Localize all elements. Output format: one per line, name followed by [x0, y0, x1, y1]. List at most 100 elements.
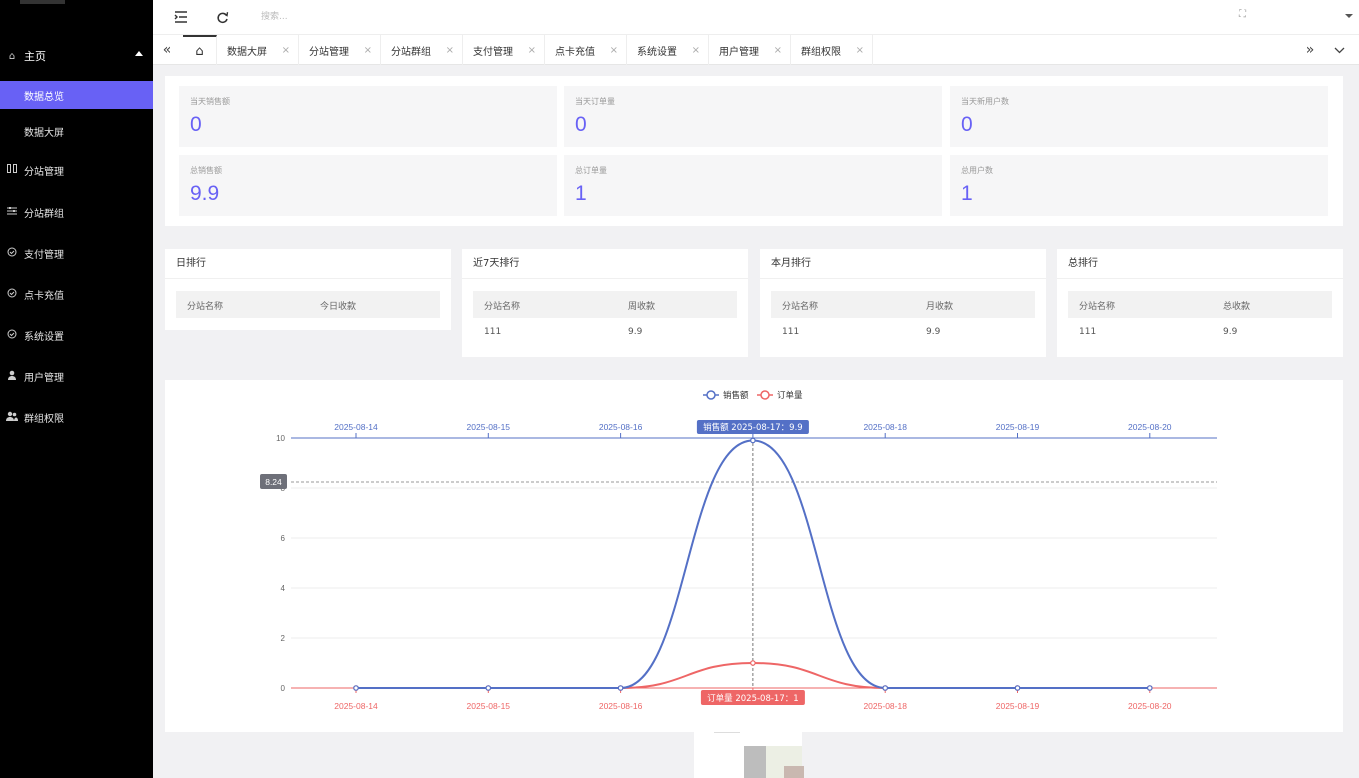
data-point [485, 685, 492, 691]
user-icon [5, 370, 19, 383]
tab-4[interactable]: 点卡充值 × [545, 35, 627, 65]
data-point [353, 685, 359, 691]
ranking-table-header: 分站名称 总收款 [1068, 291, 1332, 318]
axis-pointer-text-top: 销售额 2025-08-17：9.9 [703, 422, 803, 433]
stats-panel: 当天销售额 0 当天订单量 0 当天新用户数 0 总销售额 9.9 总订单量 1 总用户数 1 [165, 76, 1343, 226]
tab-3[interactable]: 支付管理 × [463, 35, 545, 65]
sidebar-item-label: 主页 [24, 50, 46, 63]
data-point [1146, 685, 1153, 691]
tab-label: 点卡充值 [555, 46, 595, 58]
sidebar-item-3[interactable]: 分站群组 [0, 198, 153, 226]
stat-card: 总订单量 1 [564, 155, 942, 216]
tab-7[interactable]: 群组权限 × [791, 35, 873, 65]
sidebar-item-7[interactable]: 用户管理 [0, 362, 153, 390]
stat-value: 1 [961, 182, 973, 205]
tab-close-icon[interactable]: × [282, 45, 290, 56]
tab-close-icon[interactable]: × [446, 45, 454, 56]
tab-close-icon[interactable]: × [856, 45, 864, 56]
fullscreen-icon[interactable]: ⛶ [1239, 9, 1246, 20]
ranking-card: 本月排行 分站名称 月收款 111 9.9 [760, 249, 1046, 357]
tab-label: 群组权限 [801, 46, 841, 58]
sidebar-item-6[interactable]: 系统设置 [0, 321, 153, 349]
sidebar-item-2[interactable]: 分站管理 [0, 156, 153, 184]
sidebar-item-5[interactable]: 点卡充值 [0, 280, 153, 308]
crosshair-y-value: 8.24 [265, 477, 282, 487]
bottom-x-tick-label: 2025-08-16 [599, 701, 643, 711]
legend-marker [760, 390, 770, 400]
tabs-scroll-left-icon[interactable]: « [153, 35, 181, 65]
tab-0[interactable]: 数据大屏 × [217, 35, 299, 65]
sidebar-item-home[interactable]: ⌂ 主页 [0, 44, 153, 68]
sidebar-item-label: 分站管理 [24, 166, 64, 178]
menu-toggle-icon[interactable] [172, 8, 190, 26]
tab-close-icon[interactable]: × [364, 45, 372, 56]
home-icon: ⌂ [8, 50, 16, 62]
stat-card: 当天新用户数 0 [950, 86, 1328, 147]
sidebar-item-8[interactable]: 群组权限 [0, 403, 153, 431]
legend-marker [706, 390, 716, 400]
top-x-tick-label: 2025-08-14 [334, 422, 378, 432]
sidebar-item-0[interactable]: 数据总览 [0, 81, 153, 109]
tab-6[interactable]: 用户管理 × [709, 35, 791, 65]
stat-value: 0 [190, 113, 202, 136]
ranking-card: 近7天排行分站名称 周收款 111 9.9 [462, 249, 748, 357]
tab-close-icon[interactable]: × [692, 45, 700, 56]
bottom-x-tick-label: 2025-08-18 [863, 701, 907, 711]
sidebar-item-4[interactable]: 支付管理 [0, 239, 153, 267]
stat-label: 总订单量 [575, 166, 607, 175]
tab-1[interactable]: 分站管理 × [299, 35, 381, 65]
column-header-name: 分站名称 [187, 302, 224, 312]
shield-icon [5, 329, 19, 342]
top-x-tick-label: 2025-08-20 [1128, 422, 1172, 432]
axis-pointer-text-bottom: 订单量 2025-08-17：1 [707, 693, 799, 704]
column-header-amount: 今日收款 [320, 302, 357, 312]
ranking-title: 近7天排行 [462, 249, 748, 279]
sidebar-item-1[interactable]: 数据大屏 [0, 117, 153, 145]
shield-icon [5, 288, 19, 301]
tab-close-icon[interactable]: × [610, 45, 618, 56]
top-x-tick-label: 2025-08-15 [467, 422, 511, 432]
tab-2[interactable]: 分站群组 × [381, 35, 463, 65]
tab-home-icon[interactable]: ⌂ [183, 35, 217, 65]
tab-label: 系统设置 [637, 46, 677, 58]
search-input[interactable] [261, 9, 481, 25]
sidebar: ⌂ 主页 数据总览数据大屏分站管理分站群组支付管理点卡充值系统设置用户管理群组权… [0, 0, 153, 778]
data-point [750, 437, 756, 444]
sidebar-item-label: 系统设置 [24, 331, 64, 343]
user-menu-caret-icon[interactable] [1345, 14, 1353, 18]
stat-value: 0 [961, 113, 973, 136]
column-header-amount: 周收款 [628, 302, 656, 312]
stat-value: 9.9 [190, 182, 220, 205]
tabs-scroll-right-icon[interactable]: » [1296, 35, 1324, 65]
shield-icon [5, 247, 19, 260]
y-tick-label: 2 [281, 634, 286, 643]
table-row: 111 9.9 [473, 318, 737, 345]
stat-card: 当天销售额 0 [179, 86, 557, 147]
top-header: ⛶ [153, 0, 1359, 34]
column-header-name: 分站名称 [1079, 302, 1116, 312]
users-icon [5, 411, 19, 424]
tab-close-icon[interactable]: × [774, 45, 782, 56]
refresh-icon[interactable] [213, 8, 231, 26]
tab-label: 分站群组 [391, 46, 431, 58]
tab-label: 用户管理 [719, 46, 759, 58]
cell-amount: 9.9 [628, 327, 643, 337]
y-tick-label: 0 [281, 684, 286, 693]
ranking-table-header: 分站名称 周收款 [473, 291, 737, 318]
columns-icon [5, 164, 19, 176]
bottom-x-tick-label: 2025-08-14 [334, 701, 378, 711]
table-row: 111 9.9 [771, 318, 1035, 345]
sidebar-item-label: 用户管理 [24, 372, 64, 384]
stat-card: 总用户数 1 [950, 155, 1328, 216]
tabs-menu-chevron-down-icon[interactable] [1325, 35, 1353, 65]
stat-card: 当天订单量 0 [564, 86, 942, 147]
tab-5[interactable]: 系统设置 × [627, 35, 709, 65]
legend-label: 销售额 [723, 390, 749, 401]
tab-close-icon[interactable]: × [528, 45, 536, 56]
stat-label: 当天新用户数 [961, 97, 1009, 106]
ranking-title: 总排行 [1057, 249, 1343, 279]
column-header-amount: 月收款 [926, 302, 954, 312]
cell-amount: 9.9 [926, 327, 941, 337]
sidebar-item-label: 点卡充值 [24, 290, 64, 302]
top-x-tick-label: 2025-08-19 [996, 422, 1040, 432]
